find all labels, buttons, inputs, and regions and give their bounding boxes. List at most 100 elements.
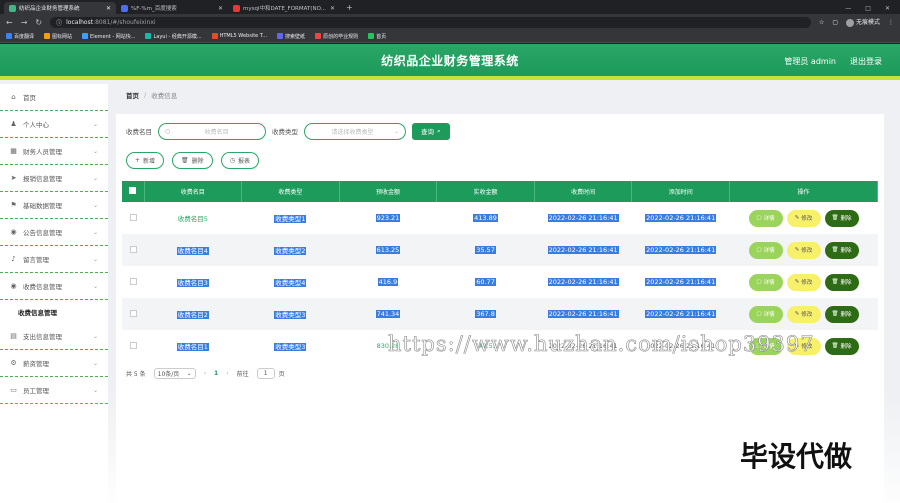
delete-row-button[interactable]: 🗑 删除 <box>824 241 859 259</box>
next-page-button[interactable]: › <box>226 370 228 377</box>
prev-page-button[interactable]: ‹ <box>204 370 206 377</box>
bookmark-item[interactable]: 图标网站 <box>44 33 72 40</box>
window-icon[interactable]: ▢ <box>832 19 838 26</box>
goto-input[interactable]: 1 <box>256 368 275 379</box>
bookmark-item[interactable]: 首页 <box>368 33 386 40</box>
detail-button[interactable]: ▢ 详情 <box>748 305 783 323</box>
bookmark-item[interactable]: 原创的毕业规则 <box>315 33 358 40</box>
chevron-down-icon: ⌄ <box>92 386 98 394</box>
sidebar-item[interactable]: ▭ 员工管理 ⌄ <box>0 377 108 404</box>
detail-button[interactable]: ▢ 详情 <box>748 209 783 227</box>
cell-time: 2022-02-26 21:16:41 <box>534 234 632 266</box>
detail-button[interactable]: ▢ 详情 <box>748 241 783 259</box>
column-header: 收费时间 <box>534 181 633 202</box>
report-button[interactable]: ◷ 报表 <box>220 152 259 169</box>
bookmark-item[interactable]: Layui - 经典开源模... <box>145 33 202 40</box>
bookmark-item[interactable]: Element - 网站快... <box>82 33 135 40</box>
menu-icon[interactable]: ⋮ <box>888 19 894 26</box>
tab-close-icon[interactable]: ✕ <box>106 5 111 12</box>
bookmark-item[interactable]: HTML5 Website T... <box>211 33 267 39</box>
delete-row-button[interactable]: 🗑 删除 <box>824 209 859 227</box>
logout-link[interactable]: 退出登录 <box>850 56 882 67</box>
sidebar-item[interactable]: ♟ 个人中心 ⌄ <box>0 111 108 138</box>
row-checkbox[interactable] <box>129 245 137 253</box>
search-button[interactable]: 查询 ⌕ <box>412 122 450 140</box>
cell-value: 35.57 <box>475 246 496 254</box>
cell-value: 2022-02-26 21:16:41 <box>645 278 717 286</box>
sidebar-item[interactable]: ▦ 财务人员管理 ⌄ <box>0 138 108 165</box>
star-icon[interactable]: ☆ <box>819 19 824 26</box>
edit-button[interactable]: ✎ 修改 <box>786 273 821 291</box>
delete-button[interactable]: 🗑 删除 <box>172 152 213 169</box>
chevron-down-icon: ⌄ <box>393 127 399 135</box>
row-checkbox[interactable] <box>129 341 137 349</box>
bookmark-item[interactable]: 搜索壁纸 <box>277 33 305 40</box>
settings-icon: ⚙ <box>10 359 17 367</box>
page-size-select[interactable]: 10条/页 ⌄ <box>153 368 196 379</box>
row-actions: ▢ 详情 ✎ 修改 🗑 删除 <box>730 305 878 323</box>
sidebar-item[interactable]: ⌂ 首页 <box>0 84 108 111</box>
minimize-icon[interactable]: — <box>845 5 851 12</box>
bookmarks-bar: 百度翻译 图标网站 Element - 网站快... Layui - 经典开源模...… <box>0 30 900 43</box>
delete-row-button[interactable]: 🗑 删除 <box>824 337 859 355</box>
close-icon[interactable]: ✕ <box>885 5 890 12</box>
back-icon[interactable]: ← <box>6 18 13 27</box>
cell-value: 收费名目5 <box>177 215 208 223</box>
tab-title: 纺织品企业财务管理系统 <box>19 6 80 12</box>
reload-icon[interactable]: ↻ <box>35 18 42 27</box>
delete-row-button[interactable]: 🗑 删除 <box>824 305 859 323</box>
cell-value: 416.9 <box>377 278 399 286</box>
chevron-down-icon: ⌄ <box>92 228 98 236</box>
sidebar-item[interactable]: ➤ 报销信息管理 ⌄ <box>0 165 108 192</box>
sidebar-item[interactable]: ▤ 支出信息管理 ⌄ <box>0 323 108 350</box>
microphone-icon: ♪ <box>11 255 16 263</box>
chevron-down-icon: ⌄ <box>92 147 98 155</box>
cell-time: 2022-02-26 21:16:41 <box>534 298 632 330</box>
column-header: 操作 <box>729 181 878 202</box>
tab-close-icon[interactable]: ✕ <box>330 5 335 12</box>
page-unit: 页 <box>278 371 285 378</box>
edit-button[interactable]: ✎ 修改 <box>786 305 821 323</box>
tab-favicon-icon <box>121 4 128 12</box>
browser-tab[interactable]: %F-%m_百度搜索 ✕ <box>116 2 228 14</box>
delete-label: 删除 <box>840 280 852 286</box>
new-tab-button[interactable]: + <box>340 2 359 14</box>
cell-value: 收费类型2 <box>274 247 307 255</box>
row-actions-cell: ▢ 详情 ✎ 修改 🗑 删除 <box>729 202 878 234</box>
delete-label: 删除 <box>840 344 852 350</box>
bookmark-item[interactable]: 百度翻译 <box>6 33 34 40</box>
url-input[interactable]: ⓘ localhost:8081/#/shoufeixinxi <box>50 16 811 28</box>
page-number[interactable]: 1 <box>214 370 218 377</box>
location-icon: ◉ <box>10 228 17 236</box>
maximize-icon[interactable]: □ <box>865 5 871 12</box>
edit-button[interactable]: ✎ 修改 <box>786 209 821 227</box>
browser-tab[interactable]: mysql中和DATE_FORMAT(NO... ✕ <box>228 2 340 14</box>
delete-label: 删除 <box>840 312 852 318</box>
add-button[interactable]: + 新增 <box>126 152 165 169</box>
tab-close-icon[interactable]: ✕ <box>218 5 223 12</box>
sidebar-item[interactable]: ♪ 留言管理 ⌄ <box>0 246 108 273</box>
name-search-input[interactable]: ○ 收费名目 <box>158 122 266 140</box>
row-checkbox[interactable] <box>129 213 137 221</box>
delete-row-button[interactable]: 🗑 删除 <box>824 273 859 291</box>
sidebar-subitem-fee-info[interactable]: 收费信息管理 <box>0 300 108 323</box>
sidebar-item[interactable]: ⚙ 薪资管理 ⌄ <box>0 350 108 377</box>
select-all-checkbox[interactable] <box>129 187 137 194</box>
cell-name: 收费名目4 <box>144 234 242 266</box>
detail-button[interactable]: ▢ 详情 <box>748 273 783 291</box>
edit-button[interactable]: ✎ 修改 <box>786 337 821 355</box>
row-checkbox[interactable] <box>129 277 137 285</box>
breadcrumb-home[interactable]: 首页 <box>126 90 139 100</box>
detail-button[interactable]: ▢ 详情 <box>748 337 783 355</box>
edit-button[interactable]: ✎ 修改 <box>786 241 821 259</box>
sidebar-item[interactable]: ⚑ 基础数据管理 ⌄ <box>0 192 108 219</box>
row-checkbox[interactable] <box>129 309 137 317</box>
forward-icon[interactable]: → <box>21 18 28 27</box>
type-select[interactable]: 请选择收费类型 ⌄ <box>304 122 406 140</box>
sidebar-item[interactable]: ◉ 公告信息管理 ⌄ <box>0 219 108 246</box>
browser-tab[interactable]: 纺织品企业财务管理系统 ✕ <box>4 2 116 14</box>
sidebar-item[interactable]: ◉ 收费信息管理 ⌄ <box>0 273 108 300</box>
cell-value: 923.21 <box>375 214 401 222</box>
profile-button[interactable]: 无痕模式 <box>846 17 880 27</box>
user-icon: ♟ <box>10 120 17 128</box>
